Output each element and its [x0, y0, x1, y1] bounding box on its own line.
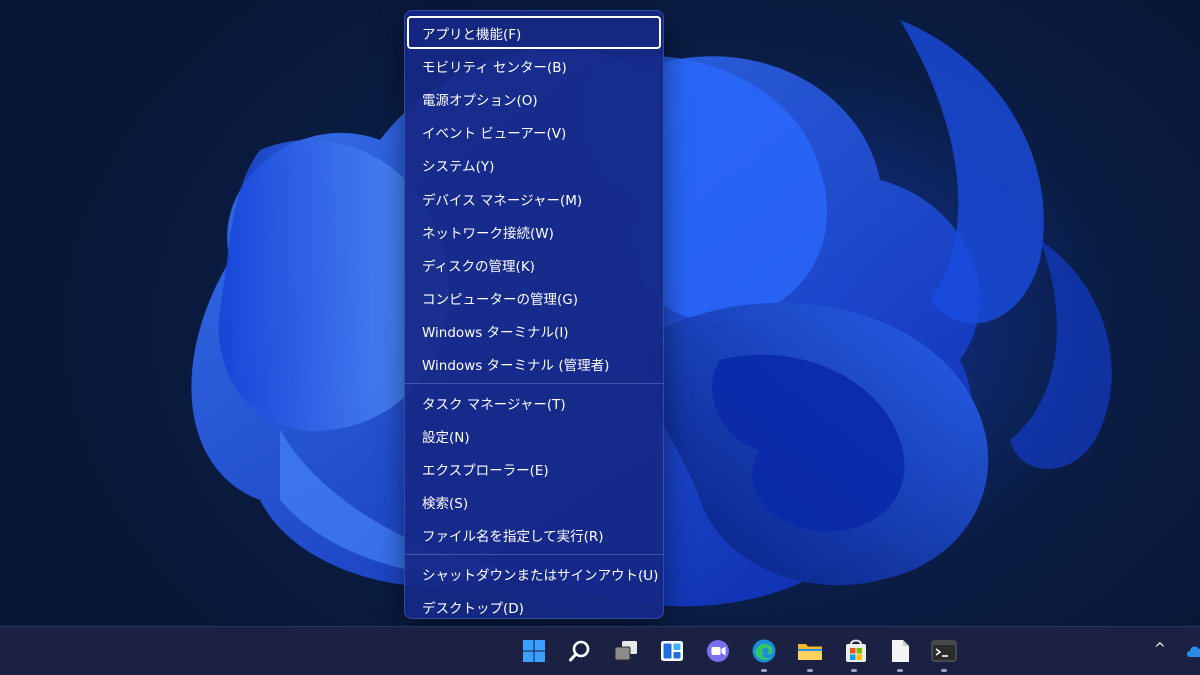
widgets-icon[interactable]	[658, 637, 686, 665]
store-icon[interactable]	[842, 637, 870, 665]
menu-item-label: デスクトップ(D)	[422, 600, 524, 617]
menu-item[interactable]: 検索(S)	[407, 486, 661, 519]
start-icon[interactable]	[520, 637, 548, 665]
menu-item-label: 設定(N)	[422, 429, 470, 446]
notepad-running-indicator	[897, 669, 903, 672]
menu-item[interactable]: ネットワーク接続(W)	[407, 215, 661, 248]
menu-item-label: Windows ターミナル(I)	[422, 325, 569, 342]
menu-item-label: システム(Y)	[422, 159, 495, 176]
chevron-right-icon: ›	[642, 566, 647, 581]
menu-item[interactable]: タスク マネージャー(T)	[407, 386, 661, 419]
menu-item-label: モビリティ センター(B)	[422, 59, 567, 76]
menu-item-label: ディスクの管理(K)	[422, 258, 535, 275]
menu-item[interactable]: デスクトップ(D)	[407, 590, 661, 623]
menu-item[interactable]: シャットダウンまたはサインアウト(U) ›	[407, 557, 661, 590]
menu-item-label: ファイル名を指定して実行(R)	[422, 529, 604, 546]
menu-item-label: デバイス マネージャー(M)	[422, 192, 583, 209]
menu-item[interactable]: システム(Y)	[407, 149, 661, 182]
menu-item[interactable]: デバイス マネージャー(M)	[407, 182, 661, 215]
store-running-indicator	[851, 669, 857, 672]
menu-item-label: エクスプローラー(E)	[422, 463, 549, 480]
edge-icon[interactable]	[750, 637, 778, 665]
search-icon[interactable]	[566, 637, 594, 665]
tray-overflow-chevron-icon[interactable]: ^	[1154, 641, 1166, 657]
menu-item-label: 検索(S)	[422, 496, 469, 513]
menu-item-label: イベント ビューアー(V)	[422, 126, 567, 143]
menu-item[interactable]: Windows ターミナル(I)	[407, 315, 661, 348]
menu-item[interactable]: モビリティ センター(B)	[407, 49, 661, 82]
explorer-running-indicator	[807, 669, 813, 672]
chat-icon[interactable]	[704, 637, 732, 665]
terminal-running-indicator	[941, 669, 947, 672]
terminal-icon[interactable]	[930, 637, 958, 665]
taskbar: ^	[0, 626, 1200, 675]
menu-item-label: タスク マネージャー(T)	[422, 396, 566, 413]
menu-item[interactable]: アプリと機能(F)	[407, 16, 661, 50]
menu-item-label: コンピューターの管理(G)	[422, 292, 578, 309]
menu-item-label: 電源オプション(O)	[422, 92, 538, 109]
task-view-icon[interactable]	[612, 637, 640, 665]
menu-separator	[405, 383, 663, 385]
winx-context-menu: アプリと機能(F) モビリティ センター(B) 電源オプション(O) イベント ビュー…	[404, 10, 664, 619]
menu-item[interactable]: ディスクの管理(K)	[407, 248, 661, 281]
menu-item[interactable]: イベント ビューアー(V)	[407, 116, 661, 149]
menu-item-label: ネットワーク接続(W)	[422, 225, 554, 242]
menu-item-label: シャットダウンまたはサインアウト(U)	[422, 567, 659, 584]
menu-item[interactable]: Windows ターミナル (管理者)	[407, 348, 661, 381]
file-explorer-icon[interactable]	[796, 637, 824, 665]
menu-item[interactable]: 設定(N)	[407, 419, 661, 452]
menu-separator	[405, 554, 663, 555]
menu-item-label: Windows ターミナル (管理者)	[422, 358, 610, 375]
notepad-icon[interactable]	[886, 637, 914, 665]
menu-item-label: アプリと機能(F)	[422, 26, 522, 43]
menu-item[interactable]: 電源オプション(O)	[407, 82, 661, 115]
menu-item[interactable]: ファイル名を指定して実行(R)	[407, 519, 661, 552]
menu-item[interactable]: コンピューターの管理(G)	[407, 282, 661, 315]
menu-item[interactable]: エクスプローラー(E)	[407, 452, 661, 485]
onedrive-icon[interactable]	[1186, 643, 1200, 657]
edge-running-indicator	[761, 669, 767, 672]
